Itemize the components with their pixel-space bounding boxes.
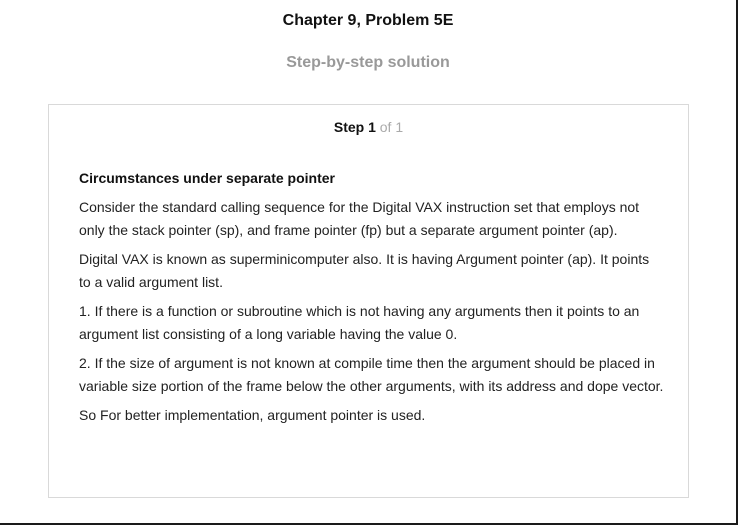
step-card: Step 1 of 1 Circumstances under separate… [48,104,689,498]
paragraph-point-1: 1. If there is a function or subroutine … [79,303,640,342]
step-body: Circumstances under separate pointer Con… [79,167,664,433]
paragraph-conclusion: So For better implementation, argument p… [79,407,426,423]
section-heading: Circumstances under separate pointer [79,170,335,186]
step-count: of 1 [375,119,404,135]
chapter-title: Chapter 9, Problem 5E [282,12,454,29]
paragraph-vax: Digital VAX is known as superminicompute… [79,251,650,290]
paragraph-intro: Consider the standard calling sequence f… [79,199,640,238]
step-header: Step 1 of 1 [49,119,688,135]
step-label: Step 1 [333,119,376,135]
paragraph-point-2: 2. If the size of argument is not known … [79,355,664,394]
solution-title: Step-by-step solution [286,54,450,71]
